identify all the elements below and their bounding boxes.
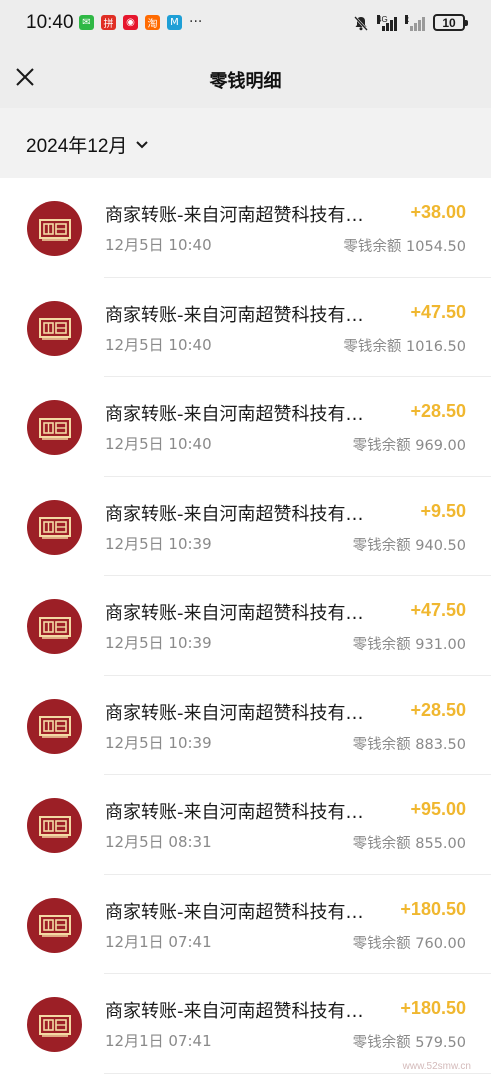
merchant-avatar [27,997,82,1052]
transaction-title: 商家转账-来自河南超赞科技有限公司 [105,901,375,923]
merchant-logo-icon [38,318,71,340]
status-right: 4G x 10 [353,14,468,31]
status-time: 10:40 [26,12,74,33]
merchant-logo-icon [38,915,71,937]
month-filter-bar: 2024年12月 [0,108,491,178]
page-title: 零钱明细 [209,71,282,92]
merchant-logo-icon [38,218,71,241]
month-selector[interactable]: 2024年12月 [26,131,149,158]
transaction-title: 商家转账-来自河南超赞科技有限公司 [105,304,375,326]
transaction-title: 商家转账-来自河南超赞科技有限公司 [105,702,375,724]
transaction-time: 12月1日 07:41 [105,932,212,951]
transaction-row[interactable]: 商家转账-来自河南超赞科技有限公司 12月5日 10:39 +9.50 零钱余额… [0,476,491,576]
transaction-row[interactable]: 商家转账-来自河南超赞科技有限公司 12月1日 07:41 +180.50 零钱… [0,974,491,1074]
merchant-avatar [27,300,82,356]
network-type-label: 4G [377,14,388,24]
transaction-amount: +47.50 [410,600,466,620]
balance-after: 零钱余额 883.50 [352,736,466,753]
transaction-list: 商家转账-来自河南超赞科技有限公司 12月5日 10:40 +38.00 零钱余… [0,178,491,1074]
merchant-avatar [27,698,82,754]
transaction-title: 商家转账-来自河南超赞科技有限公司 [105,404,375,425]
taobao-icon: 淘 [145,15,160,30]
transaction-time: 12月5日 10:39 [105,534,212,553]
transaction-amount: +180.50 [400,898,466,919]
merchant-avatar [27,400,82,455]
merchant-logo-icon [38,1014,71,1037]
notification-icons: ✉ 拼 ◉ 淘 M ··· [79,15,202,30]
balance-after: 零钱余额 760.00 [352,935,466,952]
merchant-logo-icon [38,417,71,440]
merchant-avatar [27,599,82,654]
transaction-row[interactable]: 商家转账-来自河南超赞科技有限公司 12月5日 10:40 +28.50 零钱余… [0,377,491,477]
transaction-time: 12月5日 10:40 [105,236,212,254]
transaction-time: 12月5日 10:39 [105,634,212,652]
transaction-amount: +180.50 [400,998,466,1018]
weibo-icon: ◉ [123,15,138,30]
pinduoduo-icon: 拼 [101,15,116,30]
merchant-avatar [27,798,82,853]
merchant-logo-icon [38,815,71,838]
balance-after: 零钱余额 940.50 [352,537,466,554]
merchant-logo-icon [38,616,71,639]
transaction-title: 商家转账-来自河南超赞科技有限公司 [105,1001,375,1022]
balance-after: 零钱余额 855.00 [352,836,466,852]
transaction-title: 商家转账-来自河南超赞科技有限公司 [105,503,375,525]
transaction-title: 商家转账-来自河南超赞科技有限公司 [105,603,375,624]
transaction-row[interactable]: 商家转账-来自河南超赞科技有限公司 12月1日 07:41 +180.50 零钱… [0,874,491,974]
merchant-avatar [27,499,82,555]
signal-icon: 4G [377,14,397,31]
month-label: 2024年12月 [26,136,128,157]
transaction-time: 12月5日 10:40 [105,335,212,354]
transaction-title: 商家转账-来自河南超赞科技有限公司 [105,802,375,823]
balance-after: 零钱余额 1016.50 [343,338,466,355]
transaction-row[interactable]: 商家转账-来自河南超赞科技有限公司 12月5日 10:40 +47.50 零钱余… [0,277,491,377]
balance-after: 零钱余额 579.50 [352,1035,466,1051]
transaction-amount: +38.00 [410,202,466,222]
transaction-row[interactable]: 商家转账-来自河南超赞科技有限公司 12月5日 10:39 +28.50 零钱余… [0,675,491,775]
mute-bell-icon [354,15,368,31]
transaction-row[interactable]: 商家转账-来自河南超赞科技有限公司 12月5日 08:31 +95.00 零钱余… [0,775,491,875]
transaction-amount: +95.00 [410,799,466,819]
transaction-amount: +9.50 [420,500,466,521]
wechat-icon: ✉ [79,15,94,30]
transaction-amount: +28.50 [410,699,466,720]
transaction-time: 12月5日 10:40 [105,435,212,453]
balance-after: 零钱余额 1054.50 [343,239,466,255]
balance-after: 零钱余额 931.00 [352,637,466,653]
transaction-title: 商家转账-来自河南超赞科技有限公司 [105,205,375,226]
no-service-label: x [405,14,409,24]
merchant-logo-icon [38,716,71,738]
more-notifications-icon: ··· [189,14,203,30]
transaction-amount: +47.50 [410,301,466,322]
merchant-avatar [27,897,82,953]
balance-after: 零钱余额 969.00 [352,438,466,454]
nav-bar: 零钱明细 [0,50,491,108]
transaction-time: 12月5日 08:31 [105,833,212,851]
status-bar: 10:40 ✉ 拼 ◉ 淘 M ··· 4G x 10 [0,0,491,50]
signal-2-icon: x [405,14,425,31]
battery-icon: 10 [433,14,468,31]
merchant-avatar [27,201,82,256]
merchant-logo-icon [38,517,71,539]
transaction-row[interactable]: 商家转账-来自河南超赞科技有限公司 12月5日 10:40 +38.00 零钱余… [0,178,491,278]
chevron-down-icon [136,140,149,148]
transaction-time: 12月1日 07:41 [105,1032,212,1050]
transaction-row[interactable]: 商家转账-来自河南超赞科技有限公司 12月5日 10:39 +47.50 零钱余… [0,576,491,676]
transaction-time: 12月5日 10:39 [105,733,212,752]
watermark: www.52smw.cn [402,1061,471,1072]
meituan-icon: M [167,15,182,30]
transaction-amount: +28.50 [410,401,466,421]
